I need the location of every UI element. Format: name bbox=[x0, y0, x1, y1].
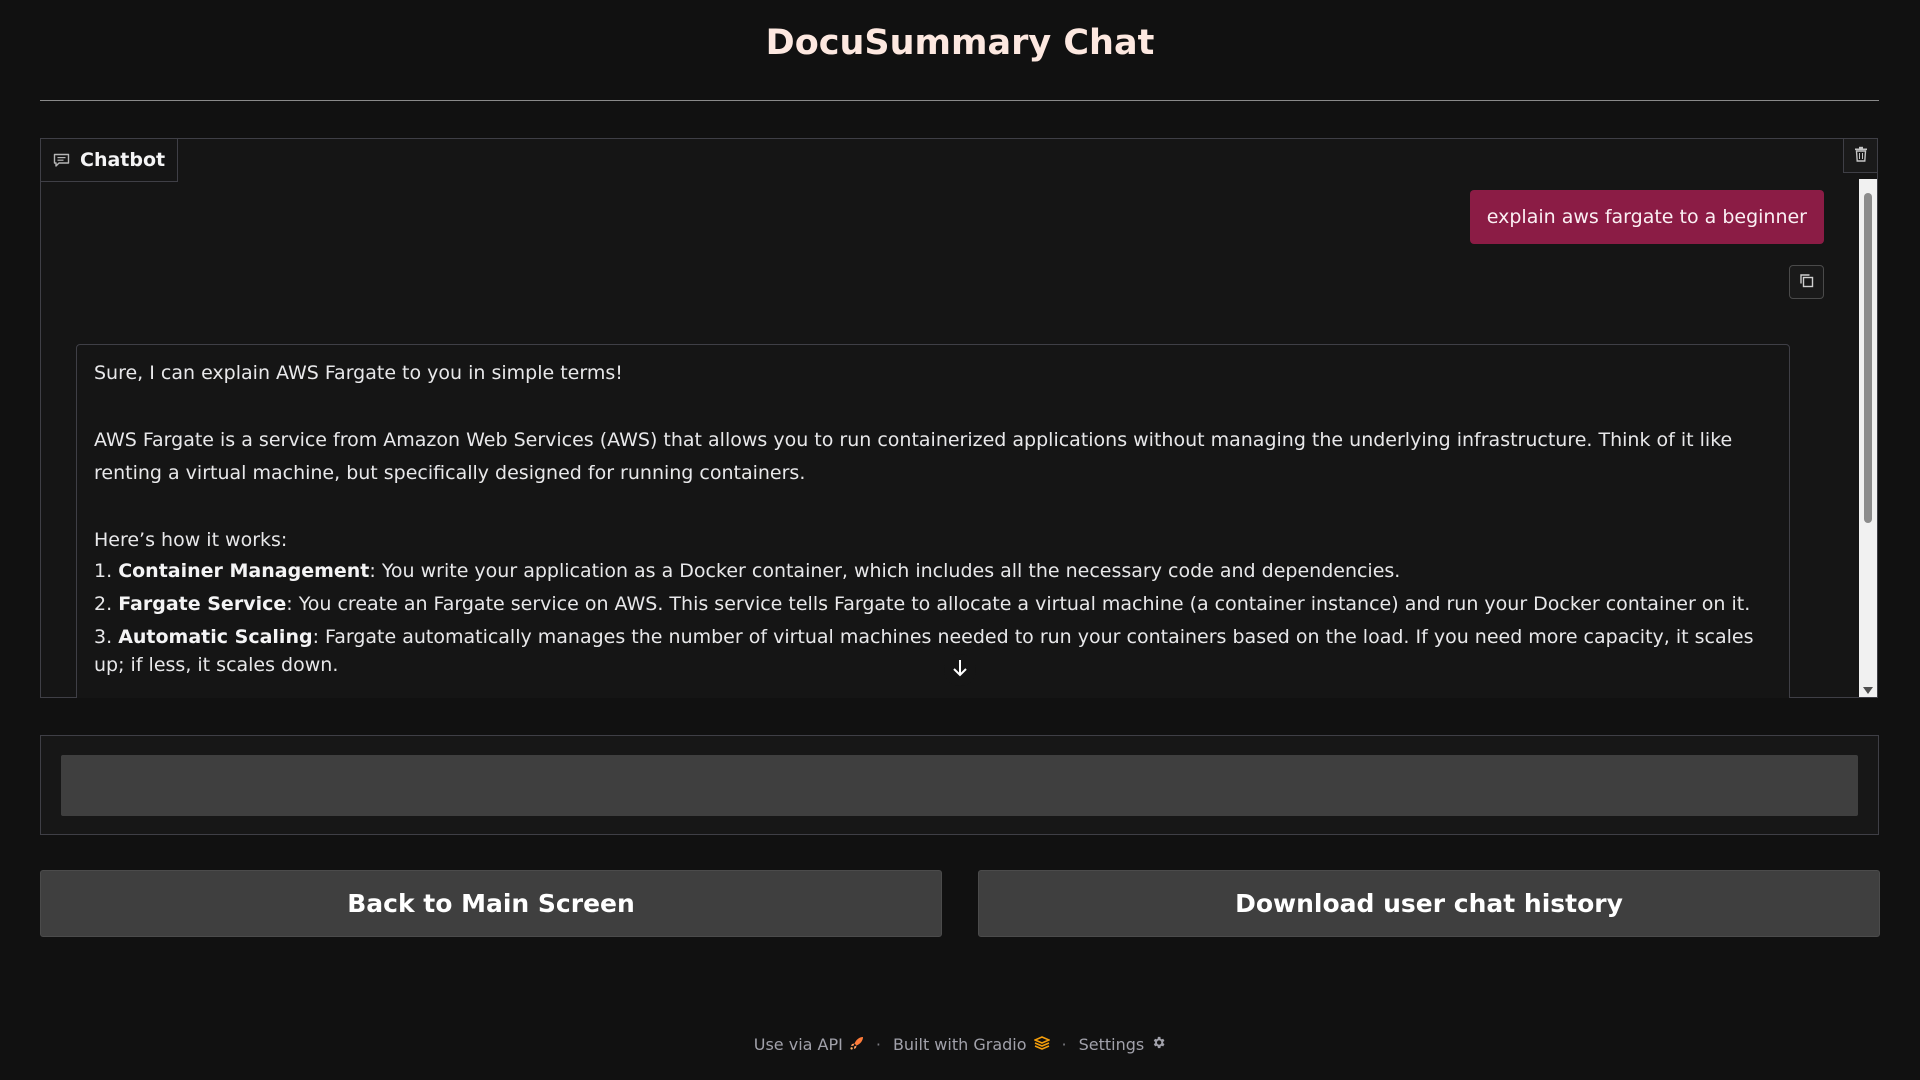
gradio-logo-icon bbox=[1032, 1035, 1051, 1054]
copy-icon bbox=[1799, 273, 1814, 292]
gear-icon bbox=[1151, 1035, 1166, 1054]
step-text: : You create an Fargate service on AWS. … bbox=[286, 593, 1751, 615]
step-text: : Fargate automatically manages the numb… bbox=[94, 626, 1754, 676]
chat-bubble-icon bbox=[53, 153, 70, 168]
step-title: Container Management bbox=[118, 560, 370, 582]
footer: Use via API · Built with Gradio · Settin… bbox=[0, 1035, 1920, 1054]
list-item: 3. Automatic Scaling: Fargate automatica… bbox=[94, 623, 1772, 679]
settings-label: Settings bbox=[1078, 1035, 1145, 1054]
footer-separator: · bbox=[1061, 1035, 1067, 1054]
trash-icon bbox=[1854, 146, 1868, 166]
chatbot-label: Chatbot bbox=[41, 139, 179, 182]
arrow-down-icon bbox=[952, 659, 968, 681]
chat-messages: explain aws fargate to a beginner Sure, … bbox=[40, 138, 1878, 698]
settings-link[interactable]: Settings bbox=[1079, 1035, 1167, 1054]
step-number: 2. bbox=[94, 593, 113, 615]
use-via-api-link[interactable]: Use via API bbox=[754, 1035, 864, 1054]
step-number: 3. bbox=[94, 626, 113, 648]
list-item: 2. Fargate Service: You create an Fargat… bbox=[94, 590, 1772, 618]
step-title: Automatic Scaling bbox=[118, 626, 313, 648]
back-to-main-button[interactable]: Back to Main Screen bbox=[40, 870, 942, 937]
step-title: Fargate Service bbox=[118, 593, 287, 615]
bot-message-steps: 1. Container Management: You write your … bbox=[94, 557, 1772, 679]
bot-message-how-it-works: Here’s how it works: bbox=[94, 529, 288, 551]
scroll-to-bottom-button[interactable] bbox=[944, 654, 976, 686]
built-with-gradio-link[interactable]: Built with Gradio bbox=[892, 1035, 1051, 1054]
bot-message-paragraph: AWS Fargate is a service from Amazon Web… bbox=[94, 429, 1733, 484]
message-input[interactable] bbox=[61, 755, 1858, 816]
list-item: 1. Container Management: You write your … bbox=[94, 557, 1772, 585]
message-input-panel bbox=[40, 735, 1879, 835]
use-via-api-label: Use via API bbox=[753, 1035, 843, 1054]
bot-message: Sure, I can explain AWS Fargate to you i… bbox=[76, 344, 1790, 698]
page-title: DocuSummary Chat bbox=[765, 23, 1155, 63]
built-with-gradio-label: Built with Gradio bbox=[892, 1035, 1027, 1054]
bot-message-intro: Sure, I can explain AWS Fargate to you i… bbox=[94, 362, 623, 384]
clear-chat-button[interactable] bbox=[1843, 139, 1877, 173]
copy-message-button[interactable] bbox=[1789, 265, 1824, 299]
user-message-text: explain aws fargate to a beginner bbox=[1486, 206, 1807, 228]
title-divider bbox=[40, 100, 1879, 101]
chatbot-label-text: Chatbot bbox=[80, 149, 166, 171]
footer-separator: · bbox=[875, 1035, 881, 1054]
step-text: : You write your application as a Docker… bbox=[369, 560, 1401, 582]
page: DocuSummary Chat Chatbot explain aws far… bbox=[0, 0, 1920, 1080]
rocket-icon bbox=[850, 1035, 864, 1054]
user-message: explain aws fargate to a beginner bbox=[1469, 190, 1824, 244]
download-history-button[interactable]: Download user chat history bbox=[978, 870, 1880, 937]
step-number: 1. bbox=[94, 560, 113, 582]
